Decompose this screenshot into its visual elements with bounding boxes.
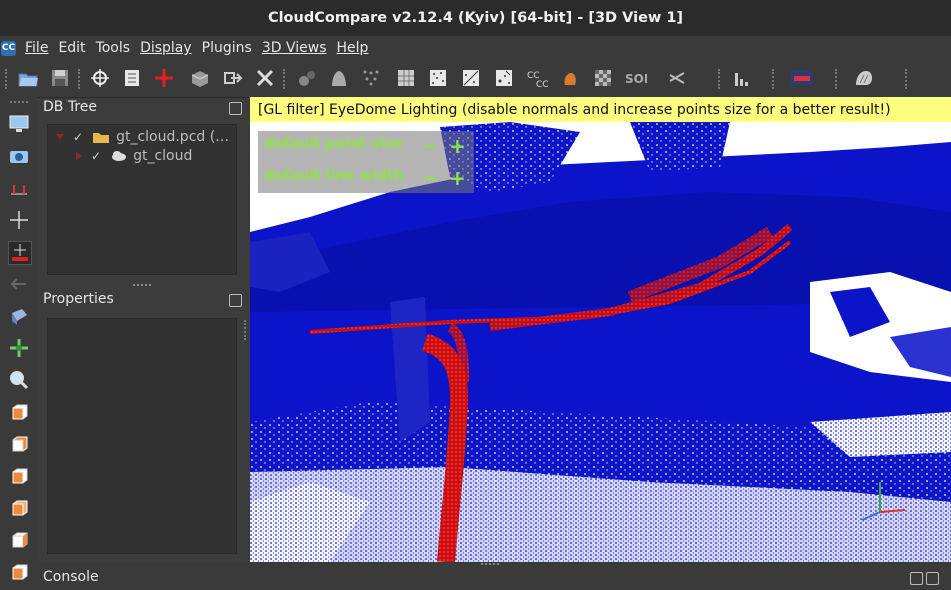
- smooth-icon[interactable]: [328, 67, 350, 89]
- console-dock: Console: [38, 562, 951, 590]
- camera-icon[interactable]: [8, 145, 30, 167]
- tree-row-cloud[interactable]: ✓ gt_cloud: [76, 148, 192, 164]
- toolbar-grip[interactable]: [10, 101, 28, 106]
- display-settings-icon[interactable]: [8, 113, 30, 135]
- cloud-icon: [112, 151, 127, 161]
- panel-splitter[interactable]: [244, 320, 249, 340]
- svg-text:SOR: SOR: [625, 72, 647, 86]
- toolbar-grip[interactable]: [78, 69, 83, 89]
- noise-icon[interactable]: [427, 67, 449, 89]
- gl-filter-banner: [GL filter] EyeDome Lighting (disable no…: [250, 97, 951, 122]
- scissors-icon[interactable]: [666, 67, 688, 89]
- dock-float-icon[interactable]: [229, 102, 242, 115]
- line-width-label: default line width: [264, 168, 404, 184]
- list-icon[interactable]: [121, 67, 143, 89]
- ramp-icon[interactable]: [790, 67, 812, 89]
- toolbar-grip[interactable]: [835, 69, 840, 89]
- menu-tools[interactable]: Tools: [93, 40, 138, 56]
- histogram-icon[interactable]: [731, 67, 753, 89]
- visibility-checkbox[interactable]: ✓: [91, 149, 101, 163]
- folder-icon: [93, 133, 110, 143]
- point-size-icon[interactable]: [493, 67, 515, 89]
- left-view-toolbar: [0, 97, 38, 590]
- svg-text:CC: CC: [536, 80, 548, 89]
- view-cube-icon[interactable]: [8, 305, 30, 327]
- dock-splitter[interactable]: [481, 563, 499, 565]
- collapse-arrow-icon[interactable]: [76, 152, 82, 160]
- dock-splitter[interactable]: [133, 284, 151, 286]
- expand-arrow-icon[interactable]: [56, 134, 64, 140]
- translate-icon[interactable]: [8, 337, 30, 359]
- menu-3d-views[interactable]: 3D Views: [259, 40, 334, 56]
- view-left-icon[interactable]: [8, 465, 30, 487]
- pick-rotation-center-icon[interactable]: [89, 67, 111, 89]
- view-right-icon[interactable]: [8, 529, 30, 551]
- dock-float-icon[interactable]: [910, 572, 923, 585]
- display-overlay: default point size − + default line widt…: [258, 131, 474, 193]
- console-title: Console: [43, 569, 99, 585]
- toolbar-grip[interactable]: [905, 69, 910, 89]
- export-icon[interactable]: [222, 67, 244, 89]
- zoom-icon[interactable]: [8, 369, 30, 391]
- menu-edit[interactable]: Edit: [55, 40, 92, 56]
- cloud-cloud-distance-icon[interactable]: CC CC: [526, 67, 548, 89]
- dock-float-icon[interactable]: [229, 294, 242, 307]
- properties-panel: [47, 318, 237, 554]
- menu-plugins[interactable]: Plugins: [199, 40, 259, 56]
- menu-bar: CC File Edit Tools Display Plugins 3D Vi…: [0, 36, 951, 60]
- tree-item-label: gt_cloud.pcd (…: [116, 129, 230, 145]
- menu-display[interactable]: Display: [137, 40, 199, 56]
- segment-icon[interactable]: [189, 67, 211, 89]
- dock-close-icon[interactable]: [926, 572, 939, 585]
- subsample-icon[interactable]: [360, 67, 382, 89]
- sample-points-icon[interactable]: [296, 67, 318, 89]
- checkerboard-icon[interactable]: [592, 67, 614, 89]
- tree-item-label: gt_cloud: [133, 148, 193, 164]
- main-toolbar: CCCC SOR: [0, 60, 951, 98]
- properties-title: Properties: [43, 291, 114, 307]
- normal-icon[interactable]: [460, 67, 482, 89]
- scale-icon[interactable]: [8, 241, 32, 265]
- line-width-increase-button[interactable]: +: [449, 168, 466, 188]
- menu-file[interactable]: File: [22, 40, 55, 56]
- delete-icon[interactable]: [254, 67, 276, 89]
- line-width-decrease-button[interactable]: −: [422, 168, 439, 188]
- db-tree-title: DB Tree: [43, 99, 98, 115]
- mesh-icon[interactable]: [395, 67, 417, 89]
- point-size-increase-button[interactable]: +: [449, 136, 466, 156]
- 3d-view[interactable]: [GL filter] EyeDome Lighting (disable no…: [250, 97, 951, 562]
- point-size-label: default point size: [264, 136, 403, 152]
- view-front-icon[interactable]: [8, 401, 30, 423]
- db-tree-panel: ✓ gt_cloud.pcd (… ✓ gt_cloud: [47, 124, 237, 275]
- view-bottom-icon[interactable]: [8, 561, 30, 583]
- menu-help[interactable]: Help: [333, 40, 375, 56]
- translate-rotate-icon[interactable]: [153, 67, 175, 89]
- app-logo-icon[interactable]: CC: [1, 40, 16, 56]
- toolbar-grip[interactable]: [283, 69, 288, 89]
- toolbar-grip[interactable]: [772, 69, 777, 89]
- cloud-mesh-distance-icon[interactable]: [559, 67, 581, 89]
- toolbar-grip[interactable]: [718, 69, 723, 89]
- window-title: CloudCompare v2.12.4 (Kyiv) [64-bit] - […: [267, 10, 684, 26]
- tree-row-file[interactable]: ✓ gt_cloud.pcd (…: [56, 129, 229, 145]
- window-title-bar: CloudCompare v2.12.4 (Kyiv) [64-bit] - […: [0, 0, 951, 36]
- point-picking-icon[interactable]: [8, 177, 30, 199]
- toolbar-grip[interactable]: [5, 69, 10, 89]
- point-size-decrease-button[interactable]: −: [422, 136, 439, 156]
- save-icon[interactable]: [49, 67, 71, 89]
- back-arrow-icon[interactable]: [8, 273, 30, 295]
- plugin-icon[interactable]: [853, 67, 875, 89]
- open-folder-icon[interactable]: [17, 67, 39, 89]
- sor-filter-icon[interactable]: SOR: [625, 67, 647, 89]
- crosshair-icon[interactable]: [8, 209, 30, 231]
- view-back-icon[interactable]: [8, 497, 30, 519]
- view-top-icon[interactable]: [8, 433, 30, 455]
- visibility-checkbox[interactable]: ✓: [73, 130, 83, 144]
